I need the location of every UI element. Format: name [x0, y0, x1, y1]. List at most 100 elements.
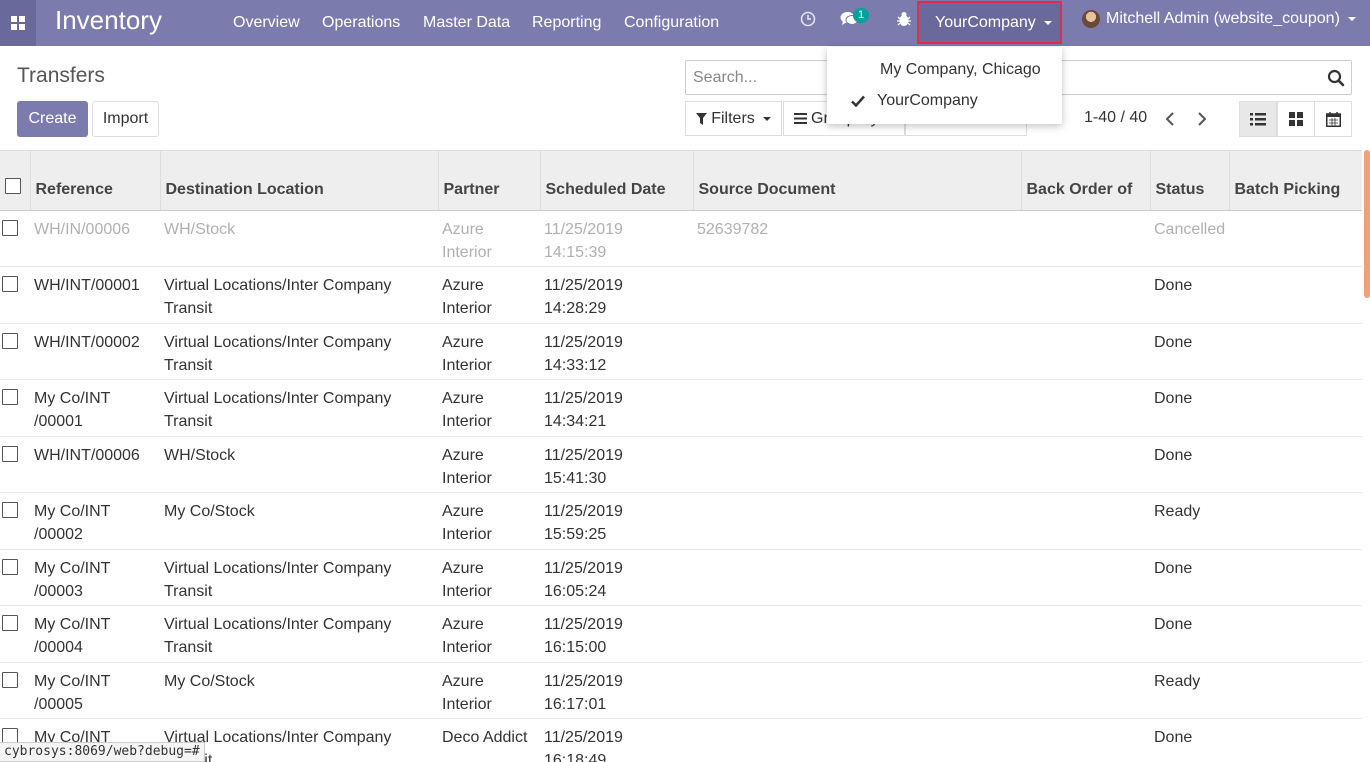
table-row[interactable]: My Co/INT /00004 Virtual Locations/Inter … — [0, 605, 1362, 663]
row-select-cell — [0, 266, 30, 324]
clock-icon — [800, 11, 816, 27]
app-title[interactable]: Inventory — [55, 5, 162, 36]
row-checkbox[interactable] — [2, 615, 18, 631]
destination-cell: My Co/Stock — [160, 492, 438, 550]
menu-overview[interactable]: Overview — [233, 0, 300, 46]
apps-menu-button[interactable] — [0, 0, 36, 46]
table-row[interactable]: WH/INT/00006 WH/Stock Azure Interior 11/25/… — [0, 436, 1362, 493]
status-cell: Done — [1150, 379, 1229, 437]
header-status[interactable]: Status — [1150, 151, 1230, 211]
source-document-cell — [693, 323, 1021, 380]
menu-master-data[interactable]: Master Data — [423, 0, 510, 46]
filter-icon — [696, 112, 708, 125]
table-row[interactable]: WH/INT/00001 Virtual Locations/Inter Comp… — [0, 266, 1362, 324]
batch-picking-cell — [1229, 210, 1362, 267]
pager-previous[interactable] — [1163, 110, 1177, 128]
import-button[interactable]: Import — [92, 101, 159, 137]
batch-picking-cell — [1229, 662, 1362, 719]
company-option-label: My Company, Chicago — [880, 61, 1041, 78]
back-order-cell — [1021, 662, 1150, 719]
status-cell: Ready — [1150, 662, 1229, 719]
transfers-table: Reference Destination Location Partner S… — [0, 151, 1362, 762]
debug-button[interactable] — [896, 0, 912, 38]
batch-picking-cell — [1229, 492, 1362, 550]
filters-button[interactable]: Filters — [685, 101, 782, 136]
menu-configuration[interactable]: Configuration — [624, 0, 719, 46]
partner-cell: Azure Interior — [438, 549, 540, 606]
source-document-cell — [693, 662, 1021, 719]
source-document-cell — [693, 549, 1021, 606]
table-row[interactable]: My Co/INT /00002 My Co/Stock Azure Interio… — [0, 492, 1362, 550]
partner-cell: Azure Interior — [438, 662, 540, 719]
row-checkbox[interactable] — [2, 502, 18, 518]
user-name: Mitchell Admin (website_coupon) — [1106, 10, 1340, 27]
status-cell: Cancelled — [1150, 210, 1229, 267]
back-order-cell — [1021, 266, 1150, 324]
row-checkbox[interactable] — [2, 671, 18, 688]
status-cell: Done — [1150, 436, 1229, 493]
row-select-cell — [0, 323, 30, 380]
source-document-cell — [693, 266, 1021, 324]
table-header-row: Reference Destination Location Partner S… — [0, 151, 1362, 211]
back-order-cell — [1021, 436, 1150, 493]
header-back-order-of[interactable]: Back Order of — [1021, 151, 1151, 211]
company-option-chicago[interactable]: My Company, Chicago — [827, 56, 1062, 84]
destination-cell: WH/Stock — [160, 210, 438, 267]
header-source-document[interactable]: Source Document — [693, 151, 1022, 211]
source-document-cell — [693, 379, 1021, 437]
select-all-checkbox[interactable] — [5, 177, 21, 194]
create-button[interactable]: Create — [17, 101, 88, 137]
menu-reporting[interactable]: Reporting — [532, 0, 601, 46]
filters-label: Filters — [711, 109, 755, 127]
reference-cell: My Co/INT /00003 — [30, 549, 160, 606]
status-cell: Ready — [1150, 492, 1229, 550]
row-checkbox[interactable] — [2, 219, 18, 236]
list-view-button[interactable] — [1239, 101, 1277, 137]
user-menu[interactable]: Mitchell Admin (website_coupon) — [1082, 0, 1356, 38]
company-switcher[interactable]: YourCompany — [917, 1, 1062, 44]
header-destination-location[interactable]: Destination Location — [160, 151, 439, 211]
search-icon[interactable] — [1327, 69, 1345, 87]
row-checkbox[interactable] — [2, 389, 18, 405]
table-row[interactable]: WH/INT/00002 Virtual Locations/Inter Comp… — [0, 323, 1362, 380]
partner-cell: Deco Addict — [438, 718, 540, 762]
table-row[interactable]: My Co/INT /00005 My Co/Stock Azure Interio… — [0, 662, 1362, 719]
menu-operations[interactable]: Operations — [322, 0, 400, 46]
company-option-yourcompany[interactable]: YourCompany — [827, 87, 1062, 115]
pager-value[interactable]: 1-40 / 40 — [1084, 109, 1147, 127]
reference-cell: WH/INT/00001 — [30, 266, 160, 324]
scheduled-date-cell: 11/25/2019 16:15:00 — [540, 605, 693, 663]
reference-cell: My Co/INT /00005 — [30, 662, 160, 719]
source-document-cell — [693, 492, 1021, 550]
header-scheduled-date[interactable]: Scheduled Date — [540, 151, 694, 211]
header-reference[interactable]: Reference — [30, 151, 161, 211]
destination-cell: Virtual Locations/Inter Company Transit — [160, 266, 438, 324]
status-cell: Done — [1150, 718, 1229, 762]
scheduled-date-cell: 11/25/2019 14:34:21 — [540, 379, 693, 437]
breadcrumb-title: Transfers — [17, 64, 105, 87]
row-checkbox[interactable] — [2, 332, 18, 349]
header-batch-picking[interactable]: Batch Picking — [1229, 151, 1362, 211]
header-partner[interactable]: Partner — [438, 151, 541, 211]
chevron-left-icon — [1165, 112, 1174, 126]
table-row[interactable]: My Co/INT /00003 Virtual Locations/Inter … — [0, 549, 1362, 606]
pager-next[interactable] — [1195, 110, 1209, 128]
table-row[interactable]: WH/IN/00006 WH/Stock Azure Interior 11/25/2… — [0, 210, 1362, 267]
back-order-cell — [1021, 718, 1150, 762]
activities-button[interactable] — [799, 0, 817, 38]
batch-picking-cell — [1229, 549, 1362, 606]
reference-cell: My Co/INT /00001 — [30, 379, 160, 437]
batch-picking-cell — [1229, 323, 1362, 380]
calendar-view-button[interactable] — [1314, 101, 1352, 137]
row-checkbox[interactable] — [2, 276, 18, 292]
back-order-cell — [1021, 605, 1150, 663]
destination-cell: Virtual Locations/Inter Company Transit — [160, 549, 438, 606]
status-cell: Done — [1150, 323, 1229, 380]
row-checkbox[interactable] — [2, 445, 18, 462]
table-row[interactable]: My Co/INT /00001 Virtual Locations/Inter … — [0, 379, 1362, 437]
partner-cell: Azure Interior — [438, 436, 540, 493]
scrollbar[interactable] — [1364, 150, 1370, 298]
row-select-cell — [0, 492, 30, 550]
kanban-view-button[interactable] — [1277, 101, 1315, 137]
row-checkbox[interactable] — [2, 558, 18, 575]
